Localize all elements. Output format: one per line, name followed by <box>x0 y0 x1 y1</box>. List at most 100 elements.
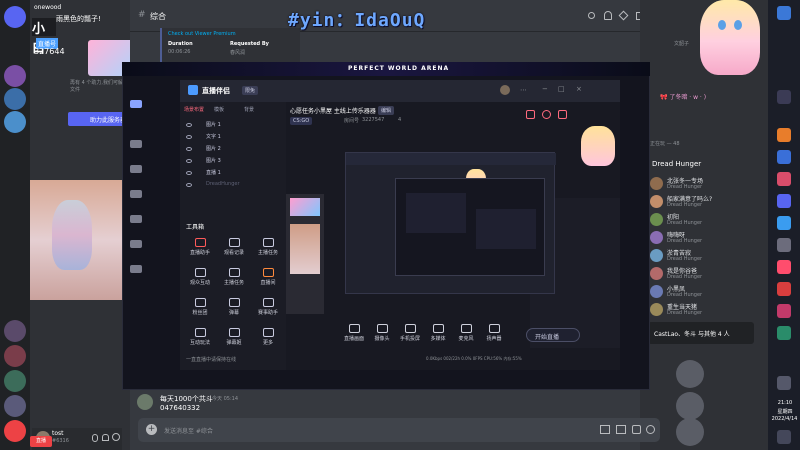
layer-item[interactable]: 图片 2 <box>184 144 282 155</box>
member-row[interactable]: 重生当天猪 Dread Hunger <box>650 302 765 318</box>
app-icon[interactable] <box>777 326 791 340</box>
home-icon[interactable] <box>4 6 26 28</box>
app-icon[interactable] <box>777 238 791 252</box>
layer-item[interactable]: 文字 1 <box>184 132 282 143</box>
tool-button[interactable]: 更多 <box>258 328 278 346</box>
app-icon[interactable] <box>777 128 791 142</box>
server-icon[interactable] <box>4 111 26 133</box>
home-icon[interactable] <box>130 100 142 108</box>
avatar[interactable] <box>676 418 704 446</box>
maximize-icon[interactable]: □ <box>558 85 565 93</box>
eye-icon[interactable] <box>186 159 192 163</box>
eye-icon[interactable] <box>186 147 192 151</box>
member-row[interactable]: 船家满意了吗么? Dread Hunger <box>650 194 765 210</box>
tool-button[interactable]: 主播任务 <box>258 238 278 256</box>
microphone-icon[interactable] <box>92 434 98 442</box>
tool-button[interactable]: 直播间 <box>258 268 278 286</box>
thread-icon[interactable] <box>588 12 595 19</box>
emoji-icon[interactable] <box>646 425 655 434</box>
bottom-tool-button[interactable]: 多媒体 <box>428 324 448 342</box>
bottom-tool-button[interactable]: 直播画面 <box>344 324 364 342</box>
app-icon[interactable] <box>777 150 791 164</box>
app-icon[interactable] <box>777 282 791 296</box>
server-icon[interactable] <box>4 65 26 87</box>
avatar[interactable] <box>500 85 510 95</box>
bottom-tool-button[interactable]: 麦克风 <box>456 324 476 342</box>
edit-tag[interactable]: 编辑 <box>378 106 395 115</box>
avatar[interactable] <box>676 392 704 420</box>
tool-button[interactable]: 弹幕 <box>224 298 244 316</box>
live-card-link[interactable]: Check out Viewer Premium <box>168 31 236 37</box>
eye-icon[interactable] <box>186 171 192 175</box>
chat-input[interactable]: + 发送消息至 #综合 <box>138 418 660 442</box>
server-icon[interactable] <box>4 370 26 392</box>
tool-button[interactable]: 观众互动 <box>190 268 210 286</box>
headphone-icon[interactable] <box>102 434 109 441</box>
start-icon[interactable] <box>777 6 791 20</box>
tool-button[interactable]: 赛事助手 <box>258 298 278 316</box>
eye-icon[interactable] <box>186 183 192 187</box>
layer-tab[interactable]: 模板 <box>214 106 224 113</box>
avatar[interactable] <box>137 394 153 410</box>
server-icon[interactable] <box>4 345 26 367</box>
tool-button[interactable]: 弹幕姬 <box>224 328 244 346</box>
member-row[interactable]: 我是你谷爸 Dread Hunger <box>650 266 765 282</box>
server-icon[interactable] <box>4 420 26 442</box>
game-icon[interactable] <box>130 165 142 173</box>
member-row[interactable]: 嗨嗨呀 Dread Hunger <box>650 230 765 246</box>
layer-tab[interactable]: 场景布置 <box>184 106 204 113</box>
start-live-button[interactable]: 开始直播 <box>526 328 580 342</box>
layer-item[interactable]: DreadHunger <box>184 180 282 191</box>
app-icon[interactable] <box>777 90 791 104</box>
gift-icon[interactable] <box>600 425 610 434</box>
avatar[interactable] <box>676 360 704 388</box>
server-icon[interactable] <box>4 320 26 342</box>
eye-icon[interactable] <box>186 123 192 127</box>
tray-icon[interactable] <box>777 376 791 390</box>
member-row[interactable]: 淤青苦寂 Dread Hunger <box>650 248 765 264</box>
shop-icon[interactable] <box>130 190 142 198</box>
record-icon[interactable] <box>542 110 551 119</box>
eye-icon[interactable] <box>186 135 192 139</box>
minimize-icon[interactable]: − <box>542 85 548 93</box>
member-row[interactable]: 初阳 Dread Hunger <box>650 212 765 228</box>
menu-icon[interactable]: ⋯ <box>520 86 527 94</box>
layer-tab[interactable]: 背景 <box>244 106 254 113</box>
tool-button[interactable]: 观看记录 <box>224 238 244 256</box>
area-tag[interactable]: CS:GO <box>290 117 313 125</box>
friends-icon[interactable] <box>130 215 142 223</box>
tool-button[interactable]: 互动玩法 <box>190 328 210 346</box>
close-icon[interactable]: × <box>576 85 582 93</box>
pin-icon[interactable] <box>618 10 629 21</box>
server-name[interactable]: onewood <box>34 4 61 11</box>
bottom-tool-button[interactable]: 摄像头 <box>372 324 392 342</box>
bilibili-icon[interactable] <box>777 260 791 274</box>
app-icon[interactable] <box>777 304 791 318</box>
plus-icon[interactable]: + <box>146 424 157 435</box>
workshop-icon[interactable] <box>130 265 142 273</box>
chat-icon[interactable] <box>130 140 142 148</box>
notification-icon[interactable] <box>777 430 791 444</box>
layer-item[interactable]: 图片 3 <box>184 156 282 167</box>
server-icon[interactable] <box>4 88 26 110</box>
layer-item[interactable]: 图片 1 <box>184 120 282 131</box>
bell-icon[interactable] <box>604 11 612 20</box>
share-icon[interactable] <box>558 110 567 119</box>
bottom-tool-button[interactable]: 手机投屏 <box>400 324 420 342</box>
browser-icon[interactable] <box>777 172 791 186</box>
layer-item[interactable]: 直播 1 <box>184 168 282 179</box>
sticker-icon[interactable] <box>632 425 641 434</box>
gear-icon[interactable] <box>112 433 120 441</box>
gift-icon[interactable] <box>526 110 535 119</box>
bottom-tool-button[interactable]: 扬声器 <box>484 324 504 342</box>
tool-button[interactable]: 粉丝团 <box>190 298 210 316</box>
server-icon[interactable] <box>4 395 26 417</box>
app-icon[interactable] <box>777 216 791 230</box>
gif-icon[interactable] <box>616 425 626 434</box>
member-row[interactable]: 小黑凤 Dread Hunger <box>650 284 765 300</box>
clock-time[interactable]: 21:10 <box>772 400 798 406</box>
tool-button[interactable]: 直播助手 <box>190 238 210 256</box>
tool-button[interactable]: 主播任务 <box>224 268 244 286</box>
discord-icon[interactable] <box>777 194 791 208</box>
tools-icon[interactable] <box>130 240 142 248</box>
